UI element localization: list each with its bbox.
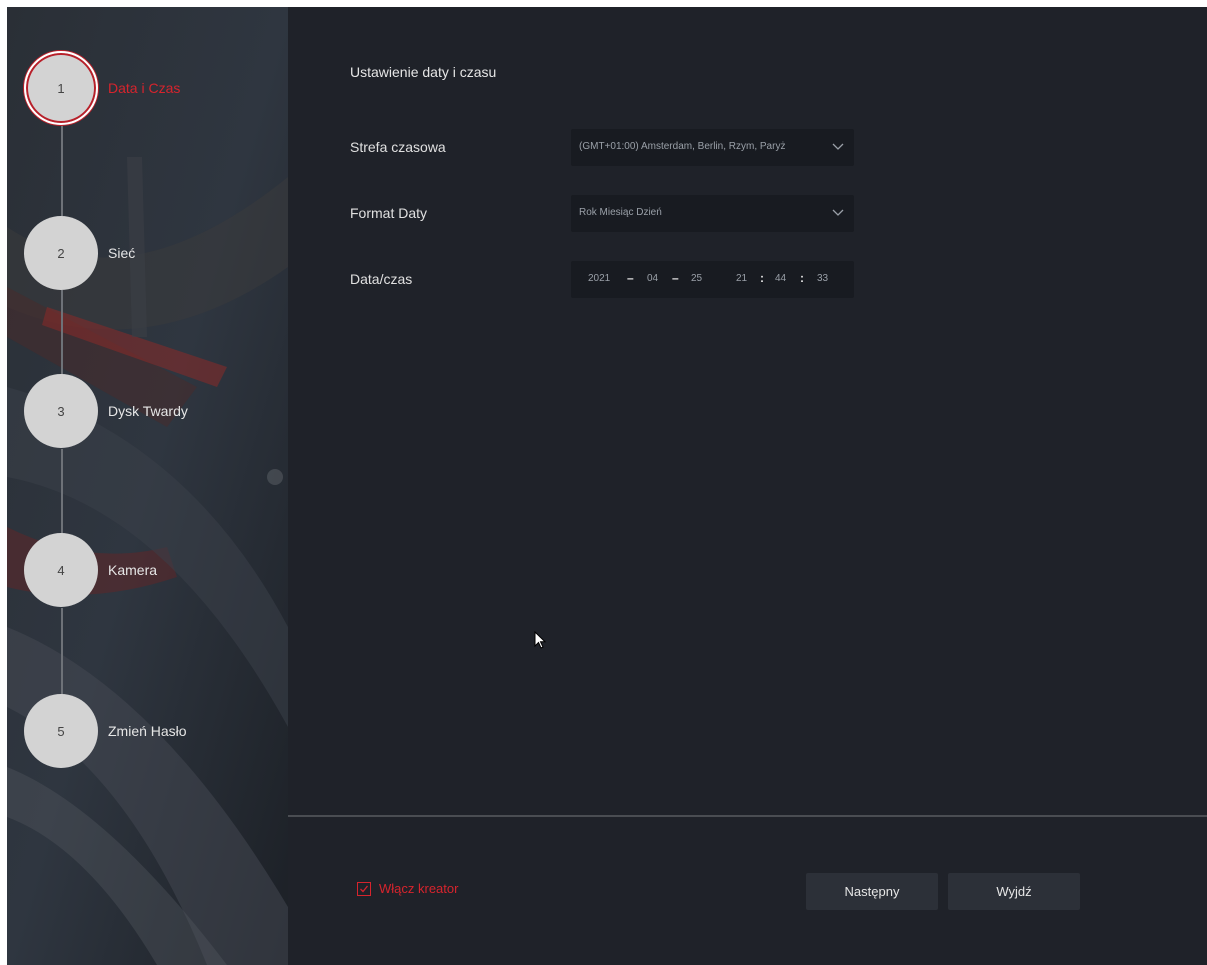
time-separator: : bbox=[800, 271, 804, 285]
minute-field[interactable]: 44 bbox=[775, 273, 786, 284]
next-button[interactable]: Następny bbox=[806, 873, 938, 910]
second-field[interactable]: 33 bbox=[817, 273, 828, 284]
main-settings-panel: Ustawienie daty i czasu Strefa czasowa (… bbox=[288, 7, 1207, 965]
step-connector bbox=[61, 290, 63, 380]
datetime-label: Data/czas bbox=[350, 271, 413, 287]
step-number-badge: 5 bbox=[24, 694, 98, 768]
datetime-input: 2021 – 04 – 25 21 : 44 : 33 bbox=[571, 261, 854, 298]
mouse-cursor-icon bbox=[534, 631, 547, 649]
timezone-select[interactable]: (GMT+01:00) Amsterdam, Berlin, Rzym, Par… bbox=[571, 129, 854, 166]
date-format-label: Format Daty bbox=[350, 205, 428, 221]
step-label: Zmień Hasło bbox=[108, 723, 187, 739]
exit-button[interactable]: Wyjdź bbox=[948, 873, 1080, 910]
sidebar-step-hard-disk[interactable]: 3 Dysk Twardy bbox=[24, 372, 288, 450]
datetime-row: Data/czas 2021 – 04 – 25 21 : 44 : 33 bbox=[350, 261, 1150, 299]
day-field[interactable]: 25 bbox=[691, 273, 702, 284]
enable-wizard-label: Włącz kreator bbox=[379, 881, 459, 896]
step-label: Dysk Twardy bbox=[108, 403, 188, 419]
sidebar-step-network[interactable]: 2 Sieć bbox=[24, 214, 288, 292]
sidebar-step-date-time[interactable]: 1 Data i Czas bbox=[24, 49, 288, 127]
timezone-row: Strefa czasowa (GMT+01:00) Amsterdam, Be… bbox=[350, 129, 1150, 167]
chevron-down-icon bbox=[832, 143, 844, 150]
step-number-badge: 4 bbox=[24, 533, 98, 607]
enable-wizard-checkbox[interactable]: Włącz kreator bbox=[357, 881, 458, 896]
page-title: Ustawienie daty i czasu bbox=[350, 64, 497, 80]
step-number-badge: 2 bbox=[24, 216, 98, 290]
step-connector bbox=[61, 608, 63, 700]
sidebar-background-image bbox=[7, 7, 288, 965]
checkbox-box bbox=[357, 881, 371, 896]
step-connector bbox=[61, 449, 63, 539]
wizard-steps-sidebar: 1 Data i Czas 2 Sieć 3 Dysk Twardy 4 Kam… bbox=[7, 7, 288, 965]
step-connector bbox=[61, 124, 63, 216]
month-field[interactable]: 04 bbox=[647, 273, 658, 284]
sidebar-step-change-password[interactable]: 5 Zmień Hasło bbox=[24, 692, 288, 770]
timezone-label: Strefa czasowa bbox=[350, 139, 446, 155]
checkmark-icon bbox=[360, 885, 369, 892]
date-format-select[interactable]: Rok Miesiąc Dzień bbox=[571, 195, 854, 232]
footer-divider bbox=[288, 815, 1207, 817]
step-number-badge: 1 bbox=[24, 51, 98, 125]
hour-field[interactable]: 21 bbox=[736, 273, 747, 284]
year-field[interactable]: 2021 bbox=[588, 273, 610, 284]
date-format-row: Format Daty Rok Miesiąc Dzień bbox=[350, 195, 1150, 233]
step-label: Kamera bbox=[108, 562, 158, 578]
timezone-value: (GMT+01:00) Amsterdam, Berlin, Rzym, Par… bbox=[579, 141, 786, 152]
date-separator: – bbox=[627, 271, 634, 285]
time-separator: : bbox=[760, 271, 764, 285]
step-number-badge: 3 bbox=[24, 374, 98, 448]
step-label: Sieć bbox=[108, 245, 136, 261]
date-format-value: Rok Miesiąc Dzień bbox=[579, 207, 662, 218]
setup-wizard-window: 1 Data i Czas 2 Sieć 3 Dysk Twardy 4 Kam… bbox=[7, 7, 1207, 965]
chevron-down-icon bbox=[832, 209, 844, 216]
step-label: Data i Czas bbox=[108, 80, 181, 96]
date-separator: – bbox=[672, 271, 679, 285]
sidebar-step-camera[interactable]: 4 Kamera bbox=[24, 531, 288, 609]
